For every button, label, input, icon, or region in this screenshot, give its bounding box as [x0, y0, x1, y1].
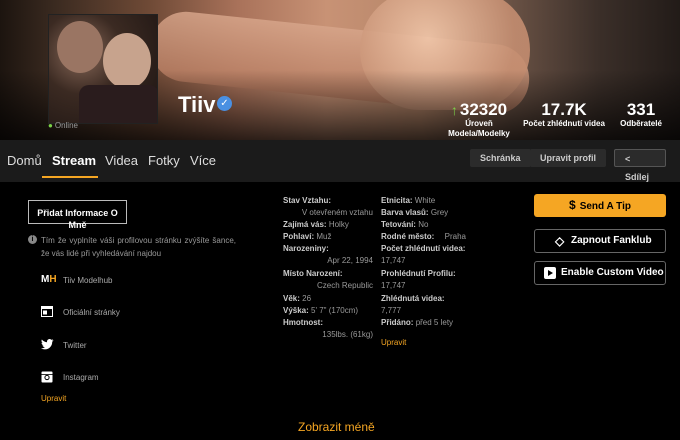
- play-icon: [544, 262, 556, 286]
- edit-details-link[interactable]: Upravit: [381, 338, 406, 347]
- share-icon: <: [625, 154, 631, 164]
- detail-birthday: Narozeniny: Apr 22, 1994: [283, 244, 373, 265]
- username: Tiiv: [178, 92, 216, 117]
- detail-age: Věk: 26: [283, 294, 312, 303]
- edit-social-link[interactable]: Upravit: [41, 394, 66, 403]
- online-status: ● Online: [48, 121, 78, 130]
- inbox-button[interactable]: Schránka: [470, 149, 531, 167]
- fanclub-button[interactable]: ◇ Zapnout Fanklub: [534, 229, 666, 253]
- website-icon: [41, 306, 55, 318]
- instagram-icon: [41, 371, 55, 383]
- detail-hair-color: Barva vlasů: Grey: [381, 208, 449, 217]
- avatar[interactable]: [48, 14, 158, 124]
- verified-icon: ✓: [217, 96, 232, 111]
- detail-ethnicity: Etnicita: White: [381, 196, 436, 205]
- online-dot-icon: ●: [48, 121, 53, 130]
- detail-interested-in: Zajímá vás: Holky: [283, 220, 349, 229]
- detail-weight: Hmotnost: 135lbs. (61kg): [283, 318, 373, 339]
- detail-joined: Přidáno: před 5 lety: [381, 318, 454, 327]
- detail-height: Výška: 5' 7" (170cm): [283, 306, 359, 315]
- custom-video-button[interactable]: Enable Custom Video: [534, 261, 666, 285]
- info-icon: i: [28, 235, 37, 244]
- stat-video-views: 17.7K Počet zhlédnutí videa: [523, 100, 605, 129]
- twitter-icon: [41, 339, 55, 351]
- detail-birthplace: Místo Narození: Czech Republic: [283, 269, 373, 290]
- diamond-icon: ◇: [555, 234, 565, 248]
- tab-home[interactable]: Domů: [7, 153, 42, 168]
- tab-stream[interactable]: Stream: [52, 153, 96, 168]
- detail-gender: Pohlaví: Muž: [283, 232, 332, 241]
- arrow-up-icon: ↑: [450, 102, 458, 118]
- tab-videos[interactable]: Videa: [105, 153, 138, 168]
- tab-more[interactable]: Více: [190, 153, 216, 168]
- active-tab-indicator: [42, 176, 98, 178]
- detail-videos-watched: Zhlédnutá videa: 7,777: [381, 294, 445, 315]
- modelhub-icon: MH: [41, 274, 57, 285]
- detail-profile-views: Prohlédnutí Profilu: 17,747: [381, 269, 456, 290]
- stat-rank: ↑ 32320 Úroveň Modela/Modelky: [448, 100, 510, 139]
- profile-hint: Tím že vyplníte váši profilovou stránku …: [41, 236, 236, 258]
- detail-video-views: Počet zhlédnutí videa: 17,747: [381, 244, 466, 265]
- show-less-link[interactable]: Zobrazit méně: [298, 420, 375, 434]
- dollar-icon: $: [569, 198, 576, 212]
- detail-tattoos: Tetování: No: [381, 220, 429, 229]
- detail-relationship: Stav Vztahu: V otevřeném vztahu: [283, 196, 373, 217]
- send-tip-button[interactable]: $ Send A Tip: [534, 194, 666, 217]
- edit-profile-button[interactable]: Upravit profil: [530, 149, 607, 167]
- add-info-button[interactable]: Přidat Informace O Mně: [28, 200, 127, 230]
- detail-hometown: Rodné město: Praha: [381, 232, 466, 241]
- stat-subscribers: 331 Odběratelé: [620, 100, 662, 129]
- tab-photos[interactable]: Fotky: [148, 153, 180, 168]
- share-button[interactable]: < Sdílej: [614, 149, 666, 182]
